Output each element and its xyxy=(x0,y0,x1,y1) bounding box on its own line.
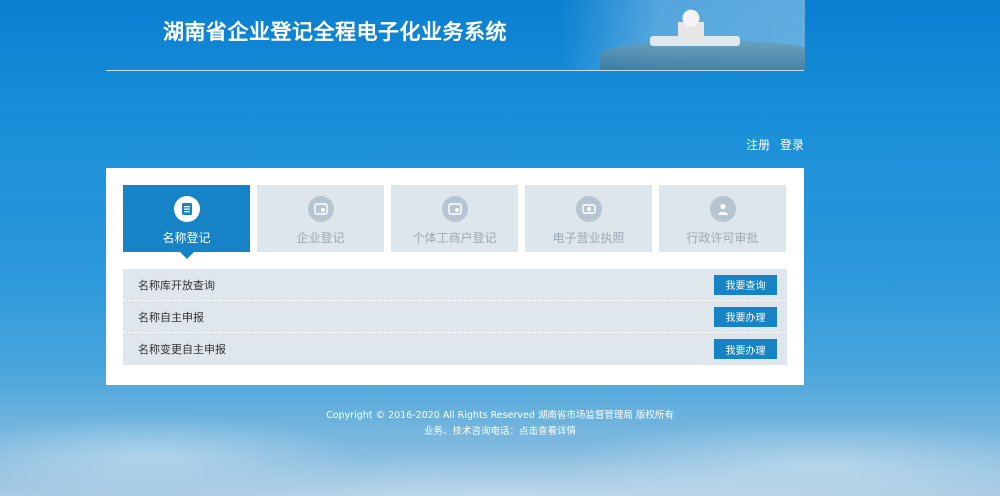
tab-administrative-approval[interactable]: 行政许可审批 xyxy=(659,185,786,252)
banner-statue xyxy=(678,8,704,42)
certificate-icon xyxy=(307,196,334,222)
service-panel: 名称登记 企业登记 个体工商户登记 电子营业执照 行政许可审批 名称库开放查询 … xyxy=(106,168,804,385)
register-link[interactable]: 注册 xyxy=(746,138,770,152)
site-title: 湖南省企业登记全程电子化业务系统 xyxy=(163,20,507,44)
tab-enterprise-registration[interactable]: 企业登记 xyxy=(257,185,384,252)
handle-button[interactable]: 我要办理 xyxy=(714,306,777,327)
service-list: 名称库开放查询 我要查询 名称自主申报 我要办理 名称变更自主申报 我要办理 xyxy=(123,269,787,365)
handle-button[interactable]: 我要办理 xyxy=(714,339,777,359)
tab-label: 个体工商户登记 xyxy=(412,231,497,245)
list-item: 名称自主申报 我要办理 xyxy=(123,301,787,333)
auth-links: 注册 登录 xyxy=(740,136,804,153)
query-button[interactable]: 我要查询 xyxy=(714,274,777,295)
license-icon xyxy=(575,196,602,222)
tab-label: 电子营业执照 xyxy=(552,231,625,245)
list-item: 名称变更自主申报 我要办理 xyxy=(123,333,787,365)
contact-prefix: 业务、技术咨询电话： xyxy=(423,426,519,437)
document-list-icon xyxy=(173,196,200,222)
tab-label: 企业登记 xyxy=(296,231,345,245)
tab-individual-business-registration[interactable]: 个体工商户登记 xyxy=(391,185,518,252)
tab-name-registration[interactable]: 名称登记 xyxy=(123,185,250,259)
certificate-icon xyxy=(441,196,468,222)
copyright-text: Copyright © 2016-2020 All Rights Reserve… xyxy=(326,410,674,421)
person-icon xyxy=(709,196,736,222)
contact-line: 业务、技术咨询电话：点击查看详情 xyxy=(0,424,1000,440)
tab-electronic-license[interactable]: 电子营业执照 xyxy=(525,185,652,252)
page-footer: Copyright © 2016-2020 All Rights Reserve… xyxy=(0,408,1000,440)
service-label: 名称自主申报 xyxy=(138,310,204,324)
service-label: 名称库开放查询 xyxy=(138,278,215,292)
title-divider xyxy=(106,70,804,71)
tab-label: 名称登记 xyxy=(162,231,211,245)
login-link[interactable]: 登录 xyxy=(780,138,804,152)
contact-details-link[interactable]: 点击查看详情 xyxy=(519,426,576,437)
tab-label: 行政许可审批 xyxy=(686,231,759,245)
category-tabs: 名称登记 企业登记 个体工商户登记 电子营业执照 行政许可审批 xyxy=(123,185,786,259)
service-label: 名称变更自主申报 xyxy=(138,343,226,356)
list-item: 名称库开放查询 我要查询 xyxy=(123,269,787,301)
banner-image xyxy=(560,0,805,70)
